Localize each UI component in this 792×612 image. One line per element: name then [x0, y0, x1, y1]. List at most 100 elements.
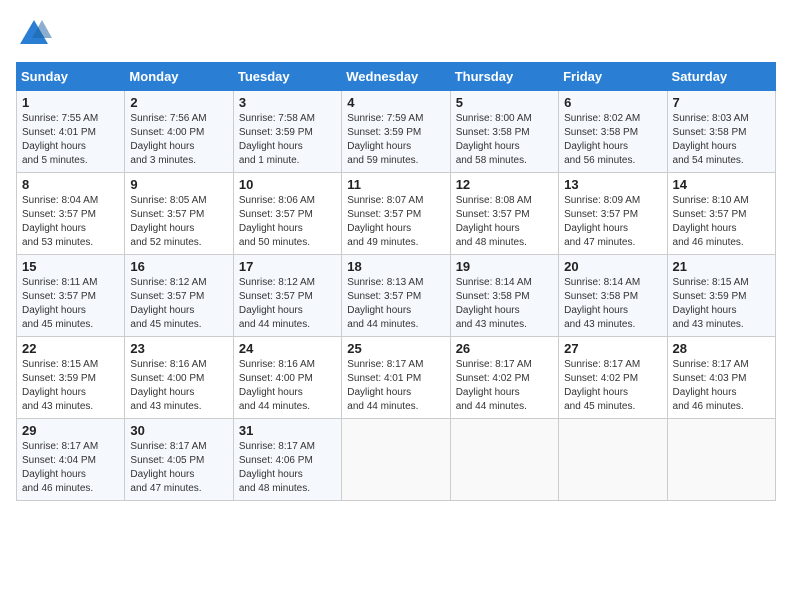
calendar-cell: 10 Sunrise: 8:06 AMSunset: 3:57 PMDayligh… [233, 173, 341, 255]
day-info: Sunrise: 8:17 AMSunset: 4:05 PMDaylight … [130, 440, 227, 496]
calendar-cell: 14 Sunrise: 8:10 AMSunset: 3:57 PMDayligh… [667, 173, 775, 255]
day-number: 20 [564, 259, 661, 274]
weekday-saturday: Saturday [667, 63, 775, 91]
day-number: 28 [673, 341, 770, 356]
weekday-tuesday: Tuesday [233, 63, 341, 91]
day-number: 25 [347, 341, 444, 356]
day-info: Sunrise: 8:02 AMSunset: 3:58 PMDaylight … [564, 112, 661, 168]
calendar-cell: 8 Sunrise: 8:04 AMSunset: 3:57 PMDaylight… [17, 173, 125, 255]
day-number: 30 [130, 423, 227, 438]
calendar-cell: 9 Sunrise: 8:05 AMSunset: 3:57 PMDaylight… [125, 173, 233, 255]
calendar-week-2: 8 Sunrise: 8:04 AMSunset: 3:57 PMDaylight… [17, 173, 776, 255]
day-number: 16 [130, 259, 227, 274]
calendar-cell: 20 Sunrise: 8:14 AMSunset: 3:58 PMDayligh… [559, 255, 667, 337]
day-number: 17 [239, 259, 336, 274]
calendar-cell: 30 Sunrise: 8:17 AMSunset: 4:05 PMDayligh… [125, 419, 233, 501]
day-number: 3 [239, 95, 336, 110]
calendar-cell: 6 Sunrise: 8:02 AMSunset: 3:58 PMDaylight… [559, 91, 667, 173]
day-number: 2 [130, 95, 227, 110]
day-info: Sunrise: 8:10 AMSunset: 3:57 PMDaylight … [673, 194, 770, 250]
day-number: 12 [456, 177, 553, 192]
calendar-cell: 24 Sunrise: 8:16 AMSunset: 4:00 PMDayligh… [233, 337, 341, 419]
calendar-cell: 13Sunrise: 8:09 AMSunset: 3:57 PMDayligh… [559, 173, 667, 255]
day-info: Sunrise: 8:06 AMSunset: 3:57 PMDaylight … [239, 194, 336, 250]
day-info: Sunrise: 8:14 AMSunset: 3:58 PMDaylight … [456, 276, 553, 332]
day-info: Sunrise: 8:17 AMSunset: 4:02 PMDaylight … [456, 358, 553, 414]
day-number: 22 [22, 341, 119, 356]
day-number: 10 [239, 177, 336, 192]
calendar-cell: 19 Sunrise: 8:14 AMSunset: 3:58 PMDayligh… [450, 255, 558, 337]
day-info: Sunrise: 7:55 AMSunset: 4:01 PMDaylight … [22, 112, 119, 168]
weekday-monday: Monday [125, 63, 233, 91]
day-info: Sunrise: 8:07 AMSunset: 3:57 PMDaylight … [347, 194, 444, 250]
day-info: Sunrise: 8:15 AMSunset: 3:59 PMDaylight … [22, 358, 119, 414]
day-info: Sunrise: 8:04 AMSunset: 3:57 PMDaylight … [22, 194, 119, 250]
day-number: 19 [456, 259, 553, 274]
weekday-header-row: SundayMondayTuesdayWednesdayThursdayFrid… [17, 63, 776, 91]
day-info: Sunrise: 8:11 AMSunset: 3:57 PMDaylight … [22, 276, 119, 332]
calendar-cell: 1 Sunrise: 7:55 AMSunset: 4:01 PMDaylight… [17, 91, 125, 173]
calendar-cell: 7 Sunrise: 8:03 AMSunset: 3:58 PMDaylight… [667, 91, 775, 173]
day-number: 14 [673, 177, 770, 192]
calendar-cell [667, 419, 775, 501]
page-header [16, 16, 776, 52]
day-number: 1 [22, 95, 119, 110]
day-number: 8 [22, 177, 119, 192]
day-number: 26 [456, 341, 553, 356]
day-number: 11 [347, 177, 444, 192]
calendar-cell: 4Sunrise: 7:59 AMSunset: 3:59 PMDaylight… [342, 91, 450, 173]
calendar-week-5: 29Sunrise: 8:17 AMSunset: 4:04 PMDayligh… [17, 419, 776, 501]
calendar-table: SundayMondayTuesdayWednesdayThursdayFrid… [16, 62, 776, 501]
calendar-week-4: 22 Sunrise: 8:15 AMSunset: 3:59 PMDayligh… [17, 337, 776, 419]
day-number: 7 [673, 95, 770, 110]
day-number: 15 [22, 259, 119, 274]
calendar-cell: 29Sunrise: 8:17 AMSunset: 4:04 PMDayligh… [17, 419, 125, 501]
calendar-cell: 2 Sunrise: 7:56 AMSunset: 4:00 PMDaylight… [125, 91, 233, 173]
day-info: Sunrise: 8:03 AMSunset: 3:58 PMDaylight … [673, 112, 770, 168]
calendar-cell: 16Sunrise: 8:12 AMSunset: 3:57 PMDayligh… [125, 255, 233, 337]
day-number: 21 [673, 259, 770, 274]
logo-icon [16, 16, 52, 52]
calendar-cell: 11 Sunrise: 8:07 AMSunset: 3:57 PMDayligh… [342, 173, 450, 255]
day-info: Sunrise: 8:14 AMSunset: 3:58 PMDaylight … [564, 276, 661, 332]
calendar-week-3: 15 Sunrise: 8:11 AMSunset: 3:57 PMDayligh… [17, 255, 776, 337]
day-number: 6 [564, 95, 661, 110]
day-number: 24 [239, 341, 336, 356]
calendar-cell: 28 Sunrise: 8:17 AMSunset: 4:03 PMDayligh… [667, 337, 775, 419]
day-number: 5 [456, 95, 553, 110]
weekday-wednesday: Wednesday [342, 63, 450, 91]
day-info: Sunrise: 7:59 AMSunset: 3:59 PMDaylight … [347, 112, 444, 168]
day-number: 27 [564, 341, 661, 356]
calendar-cell [342, 419, 450, 501]
day-number: 13 [564, 177, 661, 192]
day-number: 23 [130, 341, 227, 356]
calendar-week-1: 1 Sunrise: 7:55 AMSunset: 4:01 PMDaylight… [17, 91, 776, 173]
calendar-cell: 21 Sunrise: 8:15 AMSunset: 3:59 PMDayligh… [667, 255, 775, 337]
day-info: Sunrise: 8:13 AMSunset: 3:57 PMDaylight … [347, 276, 444, 332]
day-number: 18 [347, 259, 444, 274]
weekday-thursday: Thursday [450, 63, 558, 91]
day-info: Sunrise: 8:00 AMSunset: 3:58 PMDaylight … [456, 112, 553, 168]
calendar-cell: 26 Sunrise: 8:17 AMSunset: 4:02 PMDayligh… [450, 337, 558, 419]
day-info: Sunrise: 8:12 AMSunset: 3:57 PMDaylight … [239, 276, 336, 332]
calendar-cell: 31Sunrise: 8:17 AMSunset: 4:06 PMDayligh… [233, 419, 341, 501]
calendar-cell: 27Sunrise: 8:17 AMSunset: 4:02 PMDayligh… [559, 337, 667, 419]
calendar-cell: 23Sunrise: 8:16 AMSunset: 4:00 PMDayligh… [125, 337, 233, 419]
weekday-friday: Friday [559, 63, 667, 91]
day-info: Sunrise: 8:17 AMSunset: 4:01 PMDaylight … [347, 358, 444, 414]
day-info: Sunrise: 8:17 AMSunset: 4:03 PMDaylight … [673, 358, 770, 414]
day-number: 9 [130, 177, 227, 192]
calendar-cell [450, 419, 558, 501]
calendar-cell: 12Sunrise: 8:08 AMSunset: 3:57 PMDayligh… [450, 173, 558, 255]
day-number: 29 [22, 423, 119, 438]
day-info: Sunrise: 8:15 AMSunset: 3:59 PMDaylight … [673, 276, 770, 332]
calendar-body: 1 Sunrise: 7:55 AMSunset: 4:01 PMDaylight… [17, 91, 776, 501]
day-info: Sunrise: 8:05 AMSunset: 3:57 PMDaylight … [130, 194, 227, 250]
day-info: Sunrise: 8:16 AMSunset: 4:00 PMDaylight … [239, 358, 336, 414]
calendar-cell: 25 Sunrise: 8:17 AMSunset: 4:01 PMDayligh… [342, 337, 450, 419]
calendar-cell: 15 Sunrise: 8:11 AMSunset: 3:57 PMDayligh… [17, 255, 125, 337]
calendar-cell [559, 419, 667, 501]
weekday-sunday: Sunday [17, 63, 125, 91]
day-info: Sunrise: 7:56 AMSunset: 4:00 PMDaylight … [130, 112, 227, 168]
logo [16, 16, 56, 52]
